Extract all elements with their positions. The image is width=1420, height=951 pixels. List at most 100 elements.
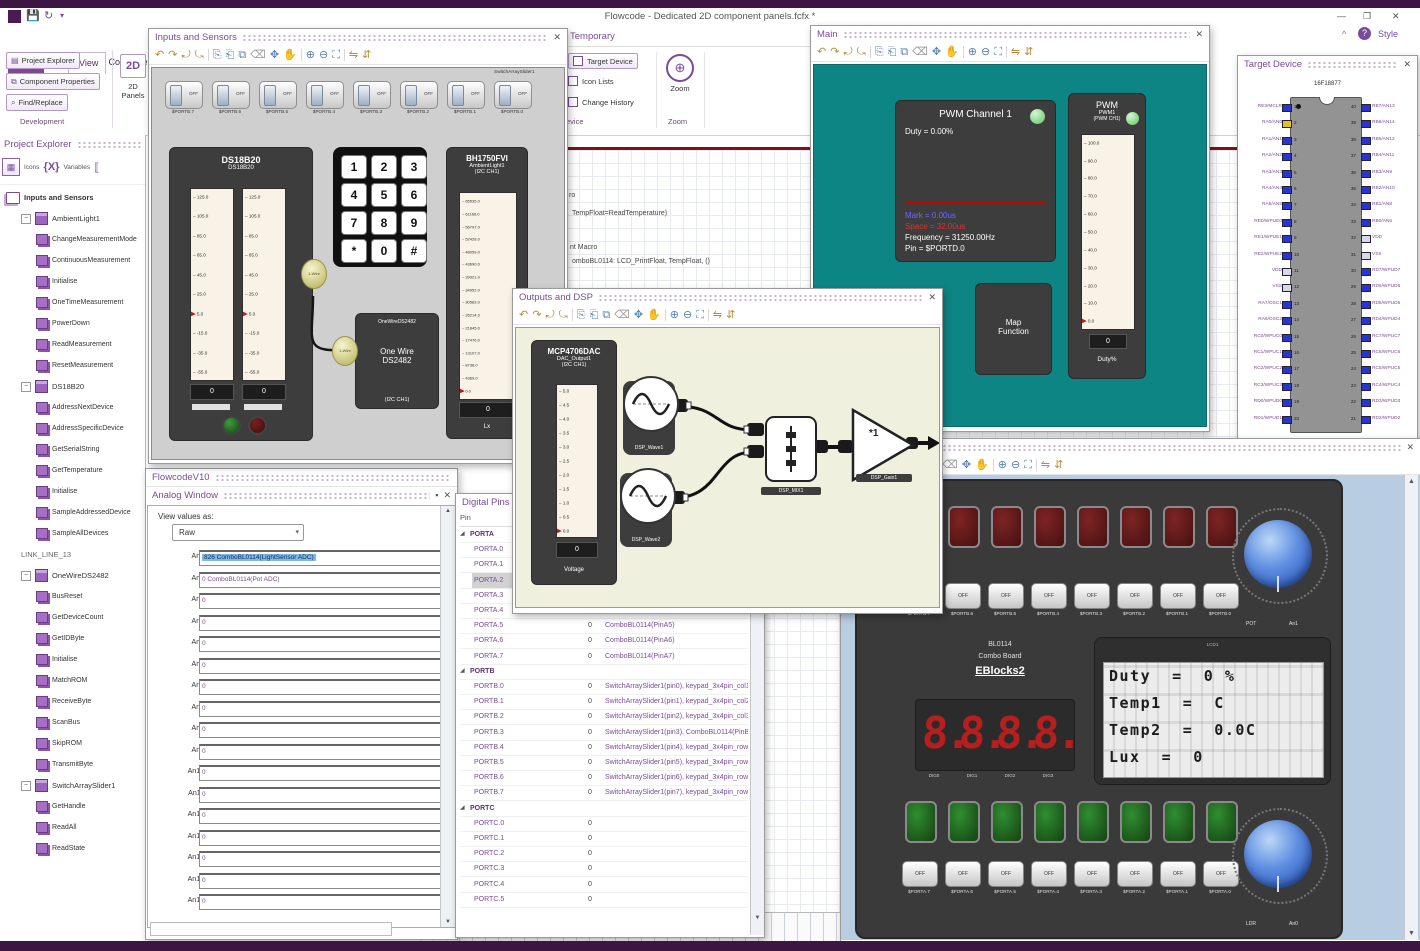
pin-pad[interactable] xyxy=(1361,268,1371,276)
pin-row[interactable]: PORTC.0 0 xyxy=(460,816,748,832)
help-icon[interactable]: ? xyxy=(1358,27,1371,40)
undo-all-icon[interactable]: ⤾ xyxy=(181,49,190,61)
keypad-key-3[interactable]: 3 xyxy=(401,155,427,179)
pin-pad[interactable] xyxy=(1361,415,1371,424)
dac-component[interactable]: MCP4706DAC DAC_Output1 (I2C CH1) – 5.0– … xyxy=(531,340,617,585)
pin-pad[interactable] xyxy=(1282,136,1292,145)
portb-switch-button[interactable]: OFF xyxy=(1117,583,1153,609)
pin-row[interactable]: PORTB.4 0 SwitchArraySlider1(pin4), keypad… xyxy=(460,740,748,756)
pin-pad[interactable] xyxy=(1361,120,1371,129)
restore-icon[interactable]: ❐ xyxy=(1363,12,1371,21)
pin-pad[interactable] xyxy=(1282,202,1292,211)
tree-item[interactable]: BusReset xyxy=(0,586,145,607)
analog-value-field[interactable]: 0 xyxy=(199,700,441,717)
porta-switch-button[interactable]: OFF xyxy=(902,861,938,887)
pin-row[interactable]: PORTB.7 0 SwitchArraySlider1(pin7), keypad… xyxy=(460,785,748,802)
ribbon-button-component-properties[interactable]: ⧉ Component Properties xyxy=(6,73,100,90)
tree-item[interactable]: Initialise xyxy=(0,271,145,292)
pin-row[interactable]: PORTB.1 0 SwitchArraySlider1(pin1), keypad… xyxy=(460,694,748,711)
expander-icon[interactable]: − xyxy=(21,213,31,224)
close-icon[interactable]: ✕ xyxy=(928,293,936,302)
tree-item[interactable]: − OneWireDS2482 xyxy=(0,565,145,586)
zoom-out-icon[interactable]: ⊖ xyxy=(683,309,692,321)
expander-icon[interactable]: − xyxy=(21,780,31,791)
port-switch[interactable]: OFF xyxy=(212,81,250,109)
tree-item[interactable]: AddressSpecificDevice xyxy=(0,418,145,439)
pin-pad[interactable] xyxy=(1361,317,1371,326)
ribbon-button-find-replace[interactable]: ⌕ Find/Replace xyxy=(6,94,68,111)
tree-item[interactable]: Initialise xyxy=(0,481,145,502)
grab-icon[interactable]: ✋ xyxy=(945,46,959,58)
tree-item[interactable]: GetTemperature xyxy=(0,460,145,481)
pin-pad[interactable] xyxy=(1282,333,1292,342)
tree-item[interactable]: GetIDByte xyxy=(0,628,145,649)
switch-handle[interactable] xyxy=(358,85,370,106)
keypad-key-1[interactable]: 1 xyxy=(341,155,367,179)
redo-all-icon[interactable]: ⤿ xyxy=(195,49,204,61)
pin-pad[interactable] xyxy=(1361,186,1371,194)
zoom-fit-icon[interactable]: ⛶ xyxy=(994,46,1002,58)
flip-v-icon[interactable]: ⇵ xyxy=(1024,46,1033,58)
portb-switch-button[interactable]: OFF xyxy=(1031,583,1067,609)
copy-icon[interactable]: ⎗ xyxy=(888,46,897,58)
switch-handle[interactable] xyxy=(217,85,229,106)
undo-all-icon[interactable]: ⤾ xyxy=(843,46,852,58)
tree-item[interactable]: GetSerialString xyxy=(0,439,145,460)
tree-item[interactable]: LINK_LINE_13 xyxy=(0,544,145,565)
main-window-titlebar[interactable]: Main ✕ xyxy=(811,26,1209,43)
delete-icon[interactable]: ⌫ xyxy=(614,309,630,321)
pin-pad[interactable] xyxy=(1361,251,1371,260)
porta-switch-button[interactable]: OFF xyxy=(945,861,981,887)
pin-row[interactable]: PORTA.7 0 ComboBL0114(PinA7) xyxy=(460,649,748,665)
scroll-down-icon[interactable]: ▼ xyxy=(441,919,455,925)
redo-icon[interactable]: ↷ xyxy=(532,309,541,321)
pin-row[interactable]: PORTB.2 0 SwitchArraySlider1(pin2), keypad… xyxy=(460,709,748,726)
porta-switch-button[interactable]: OFF xyxy=(988,861,1024,887)
analog-value-field[interactable]: 0 xyxy=(199,679,441,695)
porta-switch-button[interactable]: OFF xyxy=(1031,861,1067,887)
onewire-component[interactable]: OneWireDS2482 One Wire DS2482 (I2C CH1) xyxy=(355,313,439,409)
port-switch[interactable]: OFF xyxy=(165,81,203,109)
pan-icon[interactable]: ✥ xyxy=(634,309,643,321)
keypad-key-6[interactable]: 6 xyxy=(401,183,427,207)
ribbon-check-icon-lists[interactable]: Icon Lists xyxy=(568,74,614,88)
analog-value-field[interactable]: 0 xyxy=(199,872,441,889)
duplicate-icon[interactable]: ⧉ xyxy=(602,309,610,321)
temporary-window-titlebar[interactable]: Temporary xyxy=(560,26,812,47)
portb-switch-button[interactable]: OFF xyxy=(1203,583,1239,609)
zoom-fit-icon[interactable]: ⛶ xyxy=(696,309,704,321)
pin-row[interactable]: PORTA.5 0 ComboBL0114(PinA5) xyxy=(460,618,748,635)
board-scrollbar[interactable]: ▲ ▼ xyxy=(1404,475,1418,940)
zoom-button-label[interactable]: Zoom xyxy=(662,84,698,93)
target-device-titlebar[interactable]: Target Device ✕ xyxy=(1238,56,1417,73)
flip-h-icon[interactable]: ⇋ xyxy=(1011,46,1020,58)
undo-icon[interactable]: ↶ xyxy=(519,309,528,321)
pin-pad[interactable] xyxy=(1282,104,1292,112)
analog-value-field[interactable]: 0 xyxy=(199,765,441,781)
zoom-fit-icon[interactable]: ⛶ xyxy=(332,49,340,61)
analog-value-field[interactable]: 0 xyxy=(199,593,441,609)
tree-item[interactable]: SkipROM xyxy=(0,733,145,754)
paste-icon[interactable]: ⎘ xyxy=(875,46,884,58)
pin-pad[interactable] xyxy=(1282,317,1292,326)
tree-item[interactable]: Inputs and Sensors xyxy=(0,187,145,208)
tree-item[interactable]: GetHandle xyxy=(0,796,145,817)
tree-item[interactable]: SampleAddressedDevice xyxy=(0,502,145,523)
copy-icon[interactable]: ⎗ xyxy=(226,49,235,61)
port-switch[interactable]: OFF xyxy=(494,81,532,109)
switch-handle[interactable] xyxy=(170,85,182,106)
flip-v-icon[interactable]: ⇵ xyxy=(726,309,735,321)
ribbon-check-change-history[interactable]: Change History xyxy=(568,95,634,109)
onewire-node-1[interactable]: 1-Wire xyxy=(301,259,327,289)
tree-item[interactable]: − AmbientLight1 xyxy=(0,208,145,229)
pin-pad[interactable] xyxy=(1361,382,1371,391)
keypad-key-9[interactable]: 9 xyxy=(401,211,427,235)
grab-icon[interactable]: ✋ xyxy=(647,309,661,321)
analog-value-field[interactable]: 0 ComboBL0114(Pot ADC) xyxy=(199,571,441,588)
pin-pad[interactable] xyxy=(1282,382,1292,391)
pin-pad[interactable] xyxy=(1282,120,1292,129)
flip-v-icon[interactable]: ⇵ xyxy=(362,49,371,61)
switch-handle[interactable] xyxy=(452,85,464,106)
tree-item[interactable]: TransmitByte xyxy=(0,754,145,775)
minimize-icon[interactable]: ▪ xyxy=(435,491,438,500)
